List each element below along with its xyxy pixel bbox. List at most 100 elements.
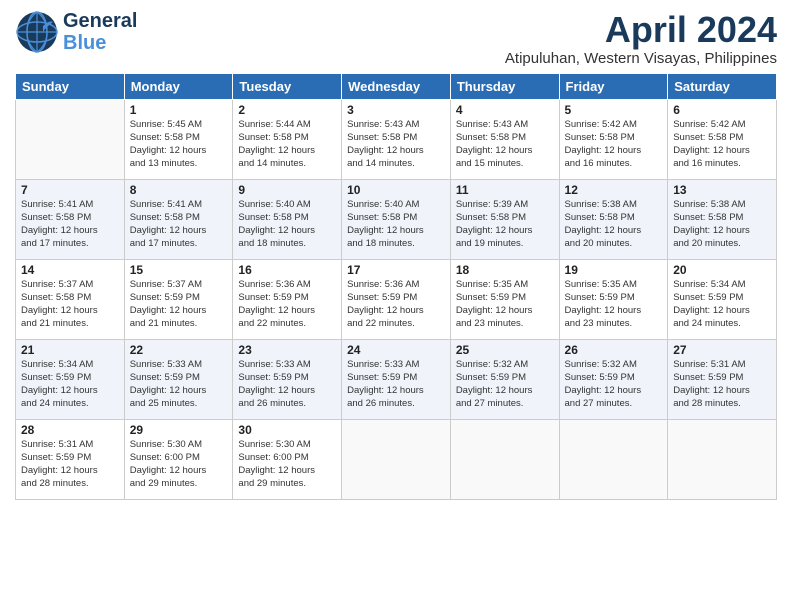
day-info: Sunrise: 5:32 AMSunset: 5:59 PMDaylight:… xyxy=(565,358,663,411)
weekday-header: Saturday xyxy=(668,73,777,99)
day-info: Sunrise: 5:32 AMSunset: 5:59 PMDaylight:… xyxy=(456,358,554,411)
daylight-text-cont: and 22 minutes. xyxy=(238,317,336,330)
calendar-cell: 1Sunrise: 5:45 AMSunset: 5:58 PMDaylight… xyxy=(124,99,233,179)
daylight-text: Daylight: 12 hours xyxy=(673,224,771,237)
day-info: Sunrise: 5:41 AMSunset: 5:58 PMDaylight:… xyxy=(21,198,119,251)
sunrise-text: Sunrise: 5:37 AM xyxy=(21,278,119,291)
day-info: Sunrise: 5:41 AMSunset: 5:58 PMDaylight:… xyxy=(130,198,228,251)
day-number: 20 xyxy=(673,263,771,277)
daylight-text-cont: and 17 minutes. xyxy=(130,237,228,250)
day-info: Sunrise: 5:34 AMSunset: 5:59 PMDaylight:… xyxy=(673,278,771,331)
sunrise-text: Sunrise: 5:40 AM xyxy=(347,198,445,211)
calendar-cell: 7Sunrise: 5:41 AMSunset: 5:58 PMDaylight… xyxy=(16,179,125,259)
day-info: Sunrise: 5:30 AMSunset: 6:00 PMDaylight:… xyxy=(238,438,336,491)
month-title: April 2024 xyxy=(505,10,777,50)
calendar-cell: 16Sunrise: 5:36 AMSunset: 5:59 PMDayligh… xyxy=(233,259,342,339)
day-info: Sunrise: 5:43 AMSunset: 5:58 PMDaylight:… xyxy=(347,118,445,171)
day-number: 4 xyxy=(456,103,554,117)
day-number: 21 xyxy=(21,343,119,357)
day-number: 26 xyxy=(565,343,663,357)
day-number: 29 xyxy=(130,423,228,437)
day-info: Sunrise: 5:30 AMSunset: 6:00 PMDaylight:… xyxy=(130,438,228,491)
calendar-cell: 26Sunrise: 5:32 AMSunset: 5:59 PMDayligh… xyxy=(559,339,668,419)
daylight-text-cont: and 16 minutes. xyxy=(565,157,663,170)
sunrise-text: Sunrise: 5:37 AM xyxy=(130,278,228,291)
sunrise-text: Sunrise: 5:34 AM xyxy=(673,278,771,291)
daylight-text: Daylight: 12 hours xyxy=(673,304,771,317)
sunset-text: Sunset: 5:58 PM xyxy=(21,291,119,304)
daylight-text: Daylight: 12 hours xyxy=(673,384,771,397)
calendar-cell: 24Sunrise: 5:33 AMSunset: 5:59 PMDayligh… xyxy=(342,339,451,419)
calendar-week-row: 1Sunrise: 5:45 AMSunset: 5:58 PMDaylight… xyxy=(16,99,777,179)
sunset-text: Sunset: 5:59 PM xyxy=(673,371,771,384)
day-info: Sunrise: 5:37 AMSunset: 5:59 PMDaylight:… xyxy=(130,278,228,331)
day-number: 28 xyxy=(21,423,119,437)
daylight-text: Daylight: 12 hours xyxy=(130,144,228,157)
sunset-text: Sunset: 5:59 PM xyxy=(238,371,336,384)
weekday-header: Friday xyxy=(559,73,668,99)
weekday-header: Monday xyxy=(124,73,233,99)
daylight-text-cont: and 22 minutes. xyxy=(347,317,445,330)
calendar-cell: 15Sunrise: 5:37 AMSunset: 5:59 PMDayligh… xyxy=(124,259,233,339)
day-number: 23 xyxy=(238,343,336,357)
daylight-text: Daylight: 12 hours xyxy=(456,224,554,237)
day-number: 3 xyxy=(347,103,445,117)
daylight-text-cont: and 26 minutes. xyxy=(347,397,445,410)
day-info: Sunrise: 5:40 AMSunset: 5:58 PMDaylight:… xyxy=(238,198,336,251)
daylight-text-cont: and 29 minutes. xyxy=(130,477,228,490)
calendar-cell: 17Sunrise: 5:36 AMSunset: 5:59 PMDayligh… xyxy=(342,259,451,339)
title-block: April 2024 Atipuluhan, Western Visayas, … xyxy=(505,10,777,67)
daylight-text-cont: and 18 minutes. xyxy=(347,237,445,250)
day-info: Sunrise: 5:31 AMSunset: 5:59 PMDaylight:… xyxy=(673,358,771,411)
sunset-text: Sunset: 6:00 PM xyxy=(130,451,228,464)
calendar-cell: 28Sunrise: 5:31 AMSunset: 5:59 PMDayligh… xyxy=(16,419,125,499)
day-number: 1 xyxy=(130,103,228,117)
day-info: Sunrise: 5:45 AMSunset: 5:58 PMDaylight:… xyxy=(130,118,228,171)
day-number: 25 xyxy=(456,343,554,357)
calendar-week-row: 7Sunrise: 5:41 AMSunset: 5:58 PMDaylight… xyxy=(16,179,777,259)
daylight-text-cont: and 20 minutes. xyxy=(673,237,771,250)
sunrise-text: Sunrise: 5:44 AM xyxy=(238,118,336,131)
daylight-text-cont: and 26 minutes. xyxy=(238,397,336,410)
daylight-text-cont: and 19 minutes. xyxy=(456,237,554,250)
day-info: Sunrise: 5:35 AMSunset: 5:59 PMDaylight:… xyxy=(456,278,554,331)
day-info: Sunrise: 5:42 AMSunset: 5:58 PMDaylight:… xyxy=(565,118,663,171)
day-info: Sunrise: 5:34 AMSunset: 5:59 PMDaylight:… xyxy=(21,358,119,411)
day-number: 15 xyxy=(130,263,228,277)
day-info: Sunrise: 5:35 AMSunset: 5:59 PMDaylight:… xyxy=(565,278,663,331)
calendar-cell: 3Sunrise: 5:43 AMSunset: 5:58 PMDaylight… xyxy=(342,99,451,179)
daylight-text: Daylight: 12 hours xyxy=(565,304,663,317)
day-number: 9 xyxy=(238,183,336,197)
day-info: Sunrise: 5:37 AMSunset: 5:58 PMDaylight:… xyxy=(21,278,119,331)
day-info: Sunrise: 5:39 AMSunset: 5:58 PMDaylight:… xyxy=(456,198,554,251)
daylight-text: Daylight: 12 hours xyxy=(673,144,771,157)
daylight-text-cont: and 27 minutes. xyxy=(565,397,663,410)
daylight-text: Daylight: 12 hours xyxy=(456,384,554,397)
sunrise-text: Sunrise: 5:33 AM xyxy=(238,358,336,371)
day-number: 5 xyxy=(565,103,663,117)
subtitle: Atipuluhan, Western Visayas, Philippines xyxy=(505,50,777,67)
sunset-text: Sunset: 5:59 PM xyxy=(565,371,663,384)
calendar-cell: 11Sunrise: 5:39 AMSunset: 5:58 PMDayligh… xyxy=(450,179,559,259)
daylight-text: Daylight: 12 hours xyxy=(21,464,119,477)
sunset-text: Sunset: 5:58 PM xyxy=(565,131,663,144)
sunset-text: Sunset: 5:59 PM xyxy=(130,371,228,384)
daylight-text-cont: and 24 minutes. xyxy=(21,397,119,410)
weekday-header: Thursday xyxy=(450,73,559,99)
day-number: 2 xyxy=(238,103,336,117)
sunrise-text: Sunrise: 5:30 AM xyxy=(130,438,228,451)
daylight-text-cont: and 14 minutes. xyxy=(347,157,445,170)
day-number: 16 xyxy=(238,263,336,277)
daylight-text-cont: and 21 minutes. xyxy=(21,317,119,330)
day-info: Sunrise: 5:33 AMSunset: 5:59 PMDaylight:… xyxy=(347,358,445,411)
sunset-text: Sunset: 5:58 PM xyxy=(673,131,771,144)
sunrise-text: Sunrise: 5:41 AM xyxy=(21,198,119,211)
calendar-cell xyxy=(16,99,125,179)
logo-text-block: General Blue xyxy=(63,10,137,54)
daylight-text: Daylight: 12 hours xyxy=(238,144,336,157)
header: General Blue April 2024 Atipuluhan, West… xyxy=(15,10,777,67)
sunrise-text: Sunrise: 5:34 AM xyxy=(21,358,119,371)
day-number: 8 xyxy=(130,183,228,197)
sunrise-text: Sunrise: 5:42 AM xyxy=(565,118,663,131)
daylight-text-cont: and 23 minutes. xyxy=(456,317,554,330)
